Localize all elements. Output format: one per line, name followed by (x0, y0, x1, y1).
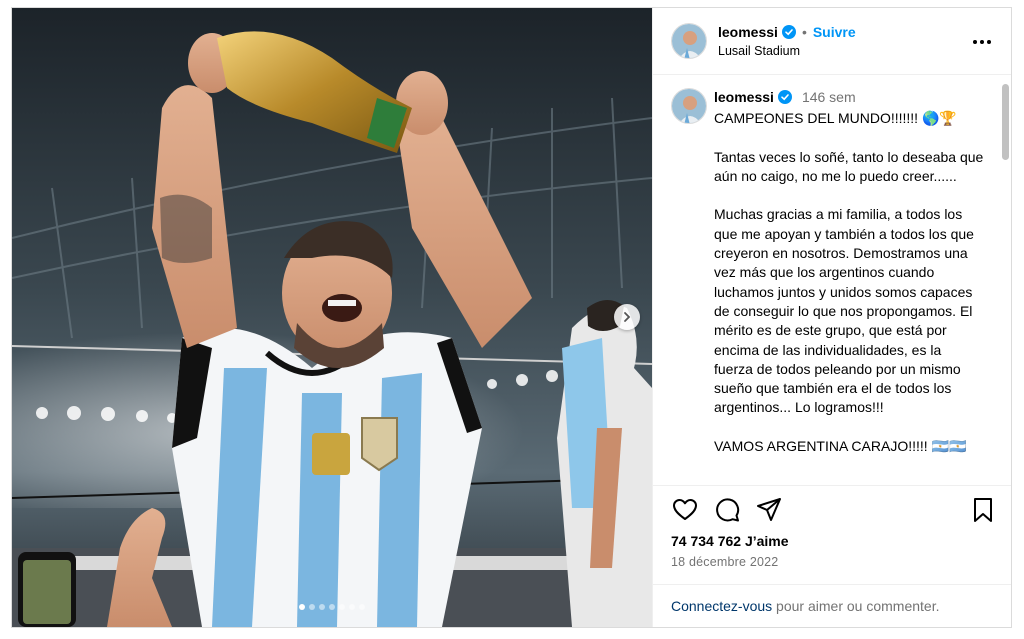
post-date[interactable]: 18 décembre 2022 (671, 555, 778, 569)
carousel-dot (359, 604, 365, 610)
verified-badge-icon (781, 25, 796, 39)
carousel-dot (309, 604, 315, 610)
chevron-right-icon (624, 312, 631, 322)
carousel-dot (339, 604, 345, 610)
carousel-indicator (12, 604, 652, 610)
caption-username[interactable]: leomessi (714, 89, 774, 105)
heart-icon[interactable] (671, 496, 699, 524)
post-sidebar: leomessi • Suivre Lusail Stadium leomess… (652, 8, 1011, 627)
caption-text: CAMPEONES DEL MUNDO!!!!!!! 🌎🏆 Tantas vec… (714, 110, 984, 455)
avatar[interactable] (671, 23, 707, 59)
avatar-image (672, 89, 706, 123)
carousel-dot (349, 604, 355, 610)
carousel-dot (299, 604, 305, 610)
avatar-image (672, 24, 706, 58)
verified-badge-icon (777, 90, 792, 104)
bookmark-icon[interactable] (969, 496, 997, 524)
send-icon[interactable] (755, 496, 783, 524)
separator: • (801, 24, 807, 40)
username[interactable]: leomessi (718, 24, 778, 40)
post-photo (12, 8, 652, 627)
action-bar (653, 496, 1011, 528)
caption-scrollbar[interactable] (1001, 78, 1009, 482)
login-prompt: Connectez-vous pour aimer ou commenter. (653, 584, 1011, 627)
more-options-icon[interactable] (970, 32, 994, 52)
follow-button[interactable]: Suivre (813, 24, 856, 40)
caption-timestamp[interactable]: 146 sem (802, 89, 856, 105)
login-link[interactable]: Connectez-vous (671, 598, 772, 614)
scrollbar-thumb[interactable] (1002, 84, 1009, 160)
post-media[interactable] (12, 8, 652, 627)
caption-scroll-area[interactable]: leomessi 146 sem CAMPEONES DEL MUNDO!!!!… (653, 76, 1011, 486)
instagram-post: leomessi • Suivre Lusail Stadium leomess… (11, 7, 1012, 628)
location-link[interactable]: Lusail Stadium (718, 44, 800, 58)
login-prompt-text: pour aimer ou commenter. (772, 598, 940, 614)
post-header: leomessi • Suivre Lusail Stadium (653, 8, 1011, 75)
carousel-dot (329, 604, 335, 610)
caption-avatar[interactable] (671, 88, 707, 124)
carousel-next-button[interactable] (614, 304, 640, 330)
carousel-dot (319, 604, 325, 610)
like-count[interactable]: 74 734 762 J’aime (671, 533, 789, 549)
comment-icon[interactable] (713, 496, 741, 524)
